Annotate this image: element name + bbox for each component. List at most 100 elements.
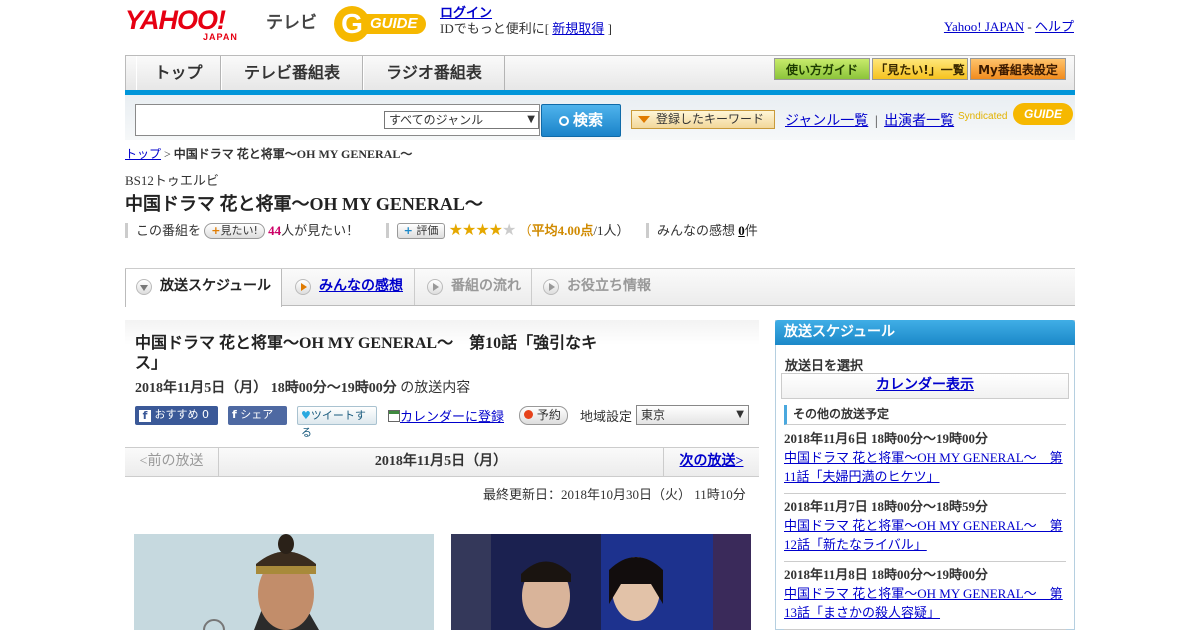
region-select-value: 東京: [641, 408, 666, 422]
schedule-item: 2018年11月7日 18時00分～18時59分 中国ドラマ 花と将軍～OH M…: [784, 496, 1066, 562]
genre-select[interactable]: すべてのジャンル ▼: [384, 111, 539, 129]
play-arrow-icon: [295, 279, 311, 295]
performer-list-link[interactable]: 出演者一覧: [884, 114, 954, 129]
last-updated: 最終更新日：2018年10月30日（火） 11時10分: [483, 487, 746, 502]
record-dot-icon: [524, 410, 533, 419]
chevron-down-icon: ▼: [736, 409, 744, 420]
region-select[interactable]: 東京 ▼: [636, 405, 749, 425]
plus-icon: +: [403, 224, 413, 237]
facebook-share-button[interactable]: f シェア: [228, 406, 287, 425]
rating-count: /1人）: [593, 223, 630, 238]
reserve-button[interactable]: 予約: [519, 406, 568, 425]
breadcrumb-separator: >: [164, 147, 171, 161]
tweet-button[interactable]: ♥ツイートする: [297, 406, 377, 439]
calendar-view-label: カレンダー表示: [876, 378, 974, 393]
tab-impressions[interactable]: みんなの感想: [285, 269, 415, 305]
star-icon: ★: [448, 222, 463, 239]
schedule-item-title[interactable]: 中国ドラマ 花と将軍～OH MY GENERAL～ 第13話「まさかの殺人容疑」: [784, 584, 1066, 622]
tweet-label: ツイートする: [301, 409, 366, 439]
genre-list-link[interactable]: ジャンル一覧: [785, 114, 868, 129]
prev-broadcast: <前の放送: [125, 448, 219, 476]
nav-tab-radio-schedule[interactable]: ラジオ番組表: [363, 56, 505, 91]
chevron-down-icon: [136, 279, 152, 295]
tab-useful-info-label: お役立ち情報: [567, 278, 651, 294]
schedule-item-title[interactable]: 中国ドラマ 花と将軍～OH MY GENERAL～ 第11話「夫婦円満のヒケツ」: [784, 448, 1066, 486]
login-link[interactable]: ログイン: [440, 5, 492, 20]
tab-program-flow-label: 番組の流れ: [451, 278, 521, 294]
facebook-recommend-button[interactable]: f おすすめ 0: [135, 406, 218, 425]
star-empty-icon: ★: [502, 222, 516, 239]
top-links: Yahoo! JAPAN - ヘルプ: [944, 16, 1074, 35]
facebook-icon: f: [232, 408, 237, 421]
my-schedule-settings-button[interactable]: My番組表設定: [970, 58, 1066, 80]
nav-tab-top[interactable]: トップ: [136, 56, 221, 91]
signup-link[interactable]: 新規取得: [552, 21, 604, 36]
tab-broadcast-schedule-label: 放送スケジュール: [160, 278, 272, 294]
triangle-down-icon: [638, 116, 650, 123]
broadcast-datetime-line: 2018年11月5日（月） 18時00分～19時00分 の放送内容: [135, 377, 470, 397]
want-button-label: 見たい!: [220, 224, 258, 237]
impressions-unit: 件: [744, 223, 758, 238]
tab-broadcast-schedule[interactable]: 放送スケジュール: [125, 269, 282, 307]
episode-image-1: [134, 534, 434, 630]
schedule-item-datetime: 2018年11月7日 18時00分～18時59分: [784, 499, 989, 514]
want-button[interactable]: +見たい!: [204, 223, 265, 239]
rating-stars: ★★★★★: [448, 222, 517, 239]
share-label: シェア: [240, 408, 274, 421]
calendar-icon: [388, 410, 400, 422]
schedule-item: 2018年11月6日 18時00分～19時00分 中国ドラマ 花と将軍～OH M…: [784, 428, 1066, 494]
list-links: ジャンル一覧 | 出演者一覧: [785, 110, 954, 130]
search-button-label: 検索: [572, 111, 603, 129]
drama-scene-photo: [451, 534, 751, 630]
yahoo-japan-logo[interactable]: YAHOO! JAPAN: [125, 6, 265, 42]
syndicated-label: Syndicated: [958, 111, 1008, 122]
search-button[interactable]: 検索: [541, 104, 621, 137]
next-broadcast-link[interactable]: 次の放送>: [663, 448, 759, 476]
broadcast-pager: <前の放送 2018年11月5日（月） 次の放送>: [125, 447, 759, 477]
play-arrow-icon: [543, 279, 559, 295]
want-prefix: この番組を: [125, 223, 202, 238]
rate-button[interactable]: + 評価: [396, 223, 446, 239]
broadcast-datetime-suffix: の放送内容: [400, 381, 471, 396]
other-schedule-heading: その他の放送予定: [784, 405, 1066, 425]
syndicated-gguide-logo: Syndicated GUIDE: [958, 103, 1074, 129]
yahoo-logo-text: YAHOO!: [125, 5, 226, 35]
rate-button-label: 評価: [416, 224, 439, 237]
sidebar-header: 放送スケジュール: [775, 320, 1075, 345]
want-list-button[interactable]: 「見たい!」一覧: [872, 58, 968, 80]
star-icon: ★: [475, 222, 489, 239]
episode-title: 中国ドラマ 花と将軍～OH MY GENERAL～ 第10話「強引なキス」: [135, 335, 598, 372]
registered-keyword-button[interactable]: 登録したキーワード: [631, 110, 775, 129]
select-day-label: 放送日を選択: [785, 358, 864, 373]
schedule-item-datetime: 2018年11月6日 18時00分～19時00分: [784, 431, 989, 446]
star-icon: ★: [461, 222, 476, 239]
tab-impressions-label: みんなの感想: [319, 278, 403, 294]
play-arrow-icon: [427, 279, 443, 295]
chevron-down-icon: ▼: [527, 114, 535, 125]
star-icon: ★: [488, 222, 503, 239]
gguide-small-logo: GUIDE: [1013, 103, 1073, 125]
rating-average: 平均4.00点: [531, 223, 594, 238]
gguide-logo[interactable]: GUIDE G: [334, 6, 434, 42]
channel-name: BS12トゥエルビ: [125, 173, 219, 188]
share-buttons: f おすすめ 0 f シェア ♥ツイートする カレンダーに登録 予約: [135, 406, 575, 439]
schedule-item: 2018年11月8日 18時00分～19時00分 中国ドラマ 花と将軍～OH M…: [784, 564, 1066, 630]
schedule-item-title[interactable]: 中国ドラマ 花と将軍～OH MY GENERAL～ 第12話「新たなライバル」: [784, 516, 1066, 554]
tv-service-label[interactable]: テレビ: [266, 8, 317, 33]
nav-tab-tv-schedule[interactable]: テレビ番組表: [221, 56, 363, 91]
yahoo-japan-link[interactable]: Yahoo! JAPAN: [944, 19, 1024, 34]
usage-guide-button[interactable]: 使い方ガイド: [774, 58, 870, 80]
episode-image-2: [451, 534, 751, 630]
help-link[interactable]: ヘルプ: [1035, 19, 1074, 34]
impressions-label: みんなの感想: [646, 223, 736, 238]
facebook-icon: f: [139, 410, 151, 422]
page-title: 中国ドラマ 花と将軍～OH MY GENERAL～: [125, 194, 483, 214]
calendar-view-button[interactable]: カレンダー表示: [781, 373, 1069, 399]
genre-select-value: すべてのジャンル: [389, 113, 484, 127]
twitter-bird-icon: ♥: [301, 409, 311, 422]
calendar-register-link[interactable]: カレンダーに登録: [388, 406, 504, 425]
recommend-label: おすすめ 0: [154, 408, 210, 421]
breadcrumb-home[interactable]: トップ: [125, 147, 161, 161]
login-description-end: ]: [607, 21, 612, 36]
reserve-label: 予約: [536, 408, 561, 422]
